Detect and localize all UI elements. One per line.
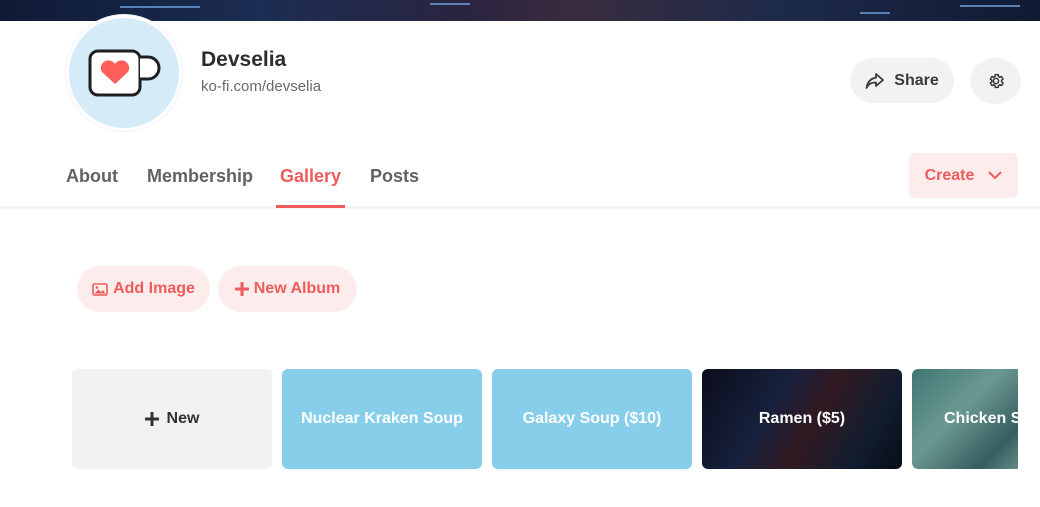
profile-tabs: About Membership Gallery Posts	[0, 152, 1040, 209]
avatar[interactable]	[66, 15, 182, 131]
share-icon	[865, 72, 885, 89]
album-title: Chicken S	[944, 410, 1018, 427]
share-button[interactable]: Share	[850, 58, 954, 103]
plus-icon	[144, 412, 159, 426]
image-icon	[92, 282, 108, 296]
active-tab-indicator	[276, 205, 345, 208]
add-image-label: Add Image	[113, 280, 195, 297]
kofi-cup-icon	[88, 49, 161, 97]
tab-gallery[interactable]: Gallery	[280, 166, 341, 187]
tab-posts[interactable]: Posts	[370, 166, 419, 187]
tab-membership[interactable]: Membership	[147, 166, 253, 187]
share-label: Share	[894, 71, 939, 89]
new-album-button[interactable]: New Album	[218, 266, 357, 312]
create-label: Create	[924, 166, 975, 184]
gear-icon	[989, 73, 1004, 89]
album-title: Nuclear Kraken Soup	[301, 410, 463, 427]
new-album-tile[interactable]: New	[72, 369, 272, 469]
create-button[interactable]: Create	[909, 153, 1018, 198]
album-title: Ramen ($5)	[758, 410, 846, 427]
album-tile[interactable]: Nuclear Kraken Soup	[282, 369, 482, 469]
settings-button[interactable]	[970, 58, 1021, 104]
cover-banner	[0, 0, 1040, 21]
gallery-overflow-clip: Chicken S	[912, 369, 1018, 469]
album-tile[interactable]: Galaxy Soup ($10)	[492, 369, 692, 469]
tab-about[interactable]: About	[66, 166, 118, 187]
album-title: Galaxy Soup ($10)	[522, 410, 662, 427]
creator-name: Devselia	[201, 48, 287, 71]
creator-url[interactable]: ko-fi.com/devselia	[201, 78, 321, 95]
new-tile-label: New	[166, 410, 200, 427]
album-tile[interactable]: Ramen ($5)	[702, 369, 902, 469]
new-album-label: New Album	[253, 280, 341, 297]
add-image-button[interactable]: Add Image	[77, 266, 210, 312]
plus-icon	[234, 282, 249, 296]
chevron-down-icon	[988, 171, 1002, 179]
album-tile[interactable]: Chicken S	[912, 369, 1018, 469]
